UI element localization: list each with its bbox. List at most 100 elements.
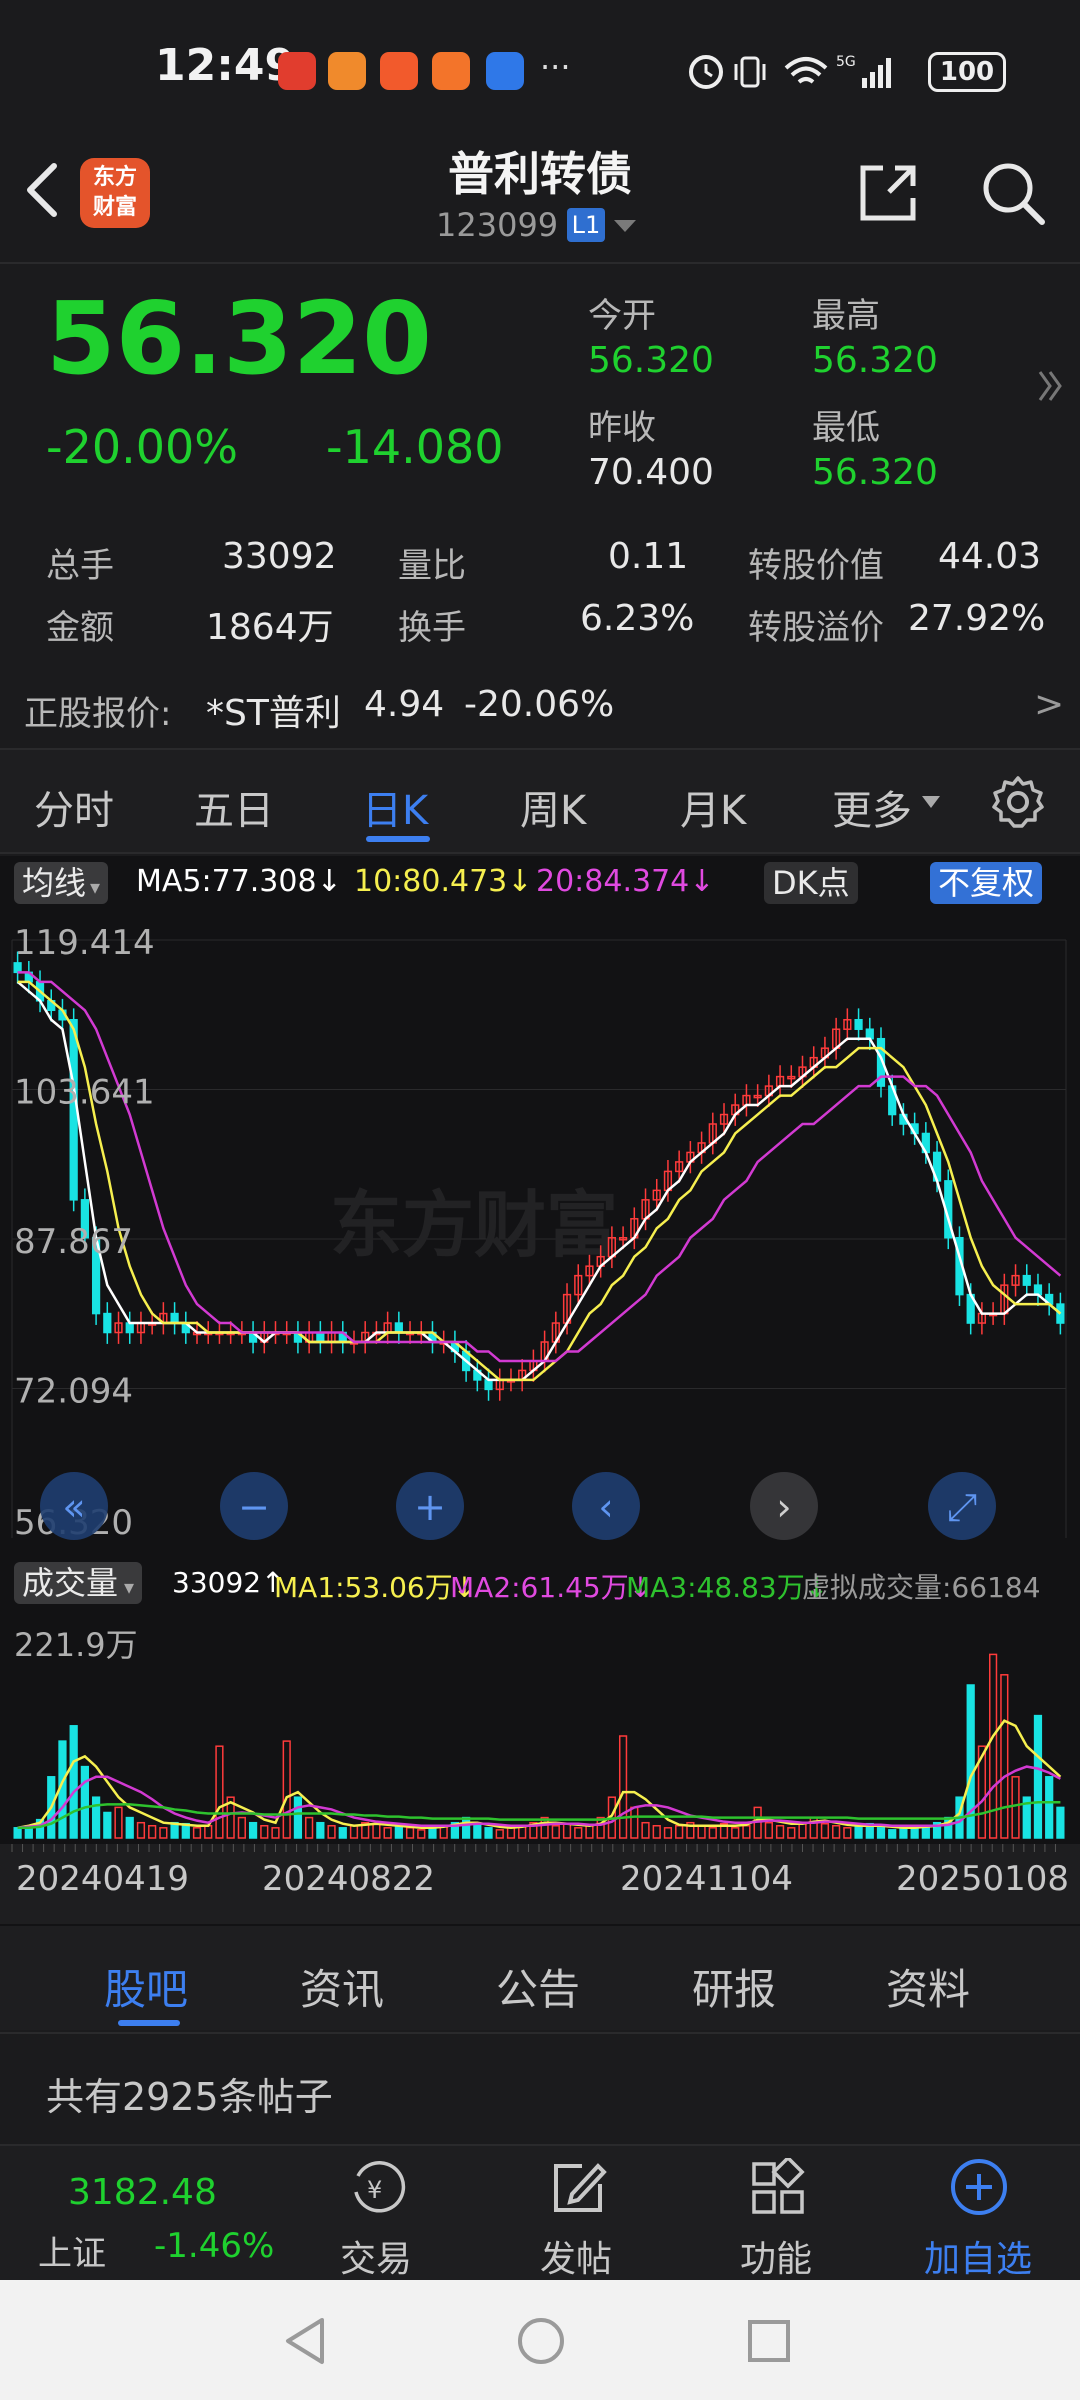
tab-profile[interactable]: 资料 (886, 1956, 970, 2017)
ma-selector[interactable]: 均线 ▾ (14, 862, 109, 904)
underlying-change: -20.06% (464, 684, 615, 725)
volume-bar (136, 1821, 146, 1839)
volume-bar (327, 1825, 336, 1839)
underlying-arrow-icon[interactable]: > (1034, 684, 1064, 725)
nav-add-watchlist[interactable]: 加自选 (878, 2146, 1078, 2282)
dk-point-button[interactable]: DK点 (764, 862, 858, 904)
volume-value: 33092 (222, 536, 337, 577)
volume-bar (282, 1740, 291, 1839)
watermark-logo: 东方财富 (330, 1183, 618, 1267)
tab-weekly-k[interactable]: 周K (520, 778, 586, 836)
index-change: -1.46% (154, 2226, 275, 2266)
level-badge[interactable]: L1 (567, 208, 605, 242)
volume-ratio-value: 0.11 (608, 536, 689, 577)
search-icon[interactable] (978, 158, 1048, 228)
volume-bar (271, 1827, 280, 1839)
volume-bar (159, 1827, 168, 1839)
volume-bar (551, 1825, 560, 1839)
posts-summary[interactable]: 共有2925条帖子 (0, 2032, 1080, 2142)
scroll-left-fast-icon[interactable]: « (40, 1472, 108, 1540)
underlying-name[interactable]: *ST普利 (206, 684, 341, 736)
vol-ma3: MA3:48.83万↓ (626, 1571, 829, 1604)
virtual-volume: 虚拟成交量:66184 (802, 1571, 1041, 1604)
volume-bar (148, 1825, 157, 1839)
volume-bar (305, 1816, 314, 1839)
candle-body (316, 1331, 325, 1343)
turnover-label: 换手 (398, 608, 466, 648)
volume-ratio-label: 量比 (398, 546, 466, 586)
post-count: 共有2925条帖子 (46, 2075, 333, 2119)
chevron-down-icon[interactable] (612, 218, 638, 234)
low-label: 最低 (812, 408, 880, 448)
system-recents-icon[interactable] (746, 2318, 792, 2364)
share-icon[interactable] (855, 160, 921, 226)
control-glyph: + (414, 1485, 446, 1529)
volume-bar (832, 1825, 841, 1839)
scroll-right-icon[interactable]: › (750, 1472, 818, 1540)
amount-value: 1864万 (206, 607, 334, 648)
tab-announcements[interactable]: 公告 (496, 1956, 580, 2017)
tab-monthly-k[interactable]: 月K (680, 778, 746, 836)
tab-five-day[interactable]: 五日 (194, 778, 274, 836)
volume-bar (921, 1827, 930, 1839)
period-tabs: 分时 五日 日K 周K 月K 更多 (0, 748, 1080, 854)
tab-forum[interactable]: 股吧 (104, 1956, 188, 2017)
nav-functions[interactable]: 功能 (676, 2146, 876, 2282)
turnover-value: 6.23% (580, 598, 695, 639)
volume-chart[interactable]: 221.9万 20240419 20240822 20241104 20250108 (0, 1612, 1080, 1924)
control-glyph: − (238, 1485, 270, 1529)
candle-body (1022, 1274, 1031, 1286)
system-navigation-bar (0, 2280, 1080, 2400)
volume-bar (495, 1829, 504, 1839)
volume-bar (484, 1827, 493, 1839)
ma20-value: 20:84.374↓ (536, 864, 715, 899)
candlestick-chart[interactable]: 东方财富119.414103.64187.86772.09456.320«−+‹… (0, 910, 1080, 1560)
tab-research[interactable]: 研报 (692, 1956, 776, 2017)
candle-body (170, 1312, 179, 1324)
app-screen: 12:49 ··· 5G 100 东方 财富 普利转债 123099 L1 56… (0, 0, 1080, 2400)
system-home-icon[interactable] (516, 2316, 566, 2366)
volume-bar (652, 1825, 661, 1839)
nav-trade[interactable]: ¥ 交易 (276, 2146, 476, 2282)
dk-point-label: DK点 (772, 864, 850, 902)
x-tick-label: 20250108 (896, 1859, 1069, 1899)
volume-bar (125, 1816, 134, 1839)
tab-daily-k[interactable]: 日K (362, 778, 428, 836)
divider (0, 262, 1080, 264)
scroll-left-icon[interactable]: ‹ (572, 1472, 640, 1540)
clock: 12:49 (155, 40, 296, 91)
ma-selector-label: 均线 (22, 864, 87, 902)
volume-bar (192, 1827, 202, 1839)
add-circle-icon (951, 2159, 1007, 2215)
gear-icon[interactable] (990, 774, 1046, 830)
tab-intraday[interactable]: 分时 (34, 778, 114, 836)
volume-bar (394, 1825, 403, 1839)
tab-news[interactable]: 资讯 (300, 1956, 384, 2017)
active-tab-indicator (366, 836, 430, 842)
candle-body (1033, 1284, 1043, 1296)
security-title: 普利转债 (448, 147, 632, 201)
nav-post[interactable]: 发帖 (476, 2146, 676, 2282)
index-name: 上证 (38, 2234, 106, 2274)
volume-bar (1056, 1806, 1065, 1839)
adjust-button[interactable]: 不复权 (930, 862, 1043, 904)
x-tick-label: 20240822 (262, 1859, 435, 1899)
control-glyph: ⤢ (947, 1485, 977, 1529)
volume-bar (876, 1827, 886, 1839)
back-icon[interactable] (22, 160, 62, 220)
system-back-icon[interactable] (282, 2316, 328, 2366)
fullscreen-icon[interactable]: ⤢ (928, 1472, 996, 1540)
ma5-value: MA5:77.308↓ (136, 864, 342, 899)
zoom-in-icon[interactable]: + (396, 1472, 464, 1540)
tab-more[interactable]: 更多 (832, 778, 912, 836)
vol-ma1: MA1:53.06万↓ (274, 1571, 477, 1604)
notification-app-icon (432, 52, 470, 90)
volume-bar (260, 1825, 269, 1839)
volume-bar (787, 1827, 796, 1839)
nav-add-label: 加自选 (923, 2239, 1032, 2280)
low-value: 56.320 (812, 452, 938, 493)
volume-selector[interactable]: 成交量 ▾ (14, 1562, 143, 1604)
index-ticker[interactable]: 3182.48 上证 -1.46% (20, 2146, 300, 2282)
zoom-out-icon[interactable]: − (220, 1472, 288, 1540)
expand-quote-icon[interactable] (1036, 366, 1066, 406)
